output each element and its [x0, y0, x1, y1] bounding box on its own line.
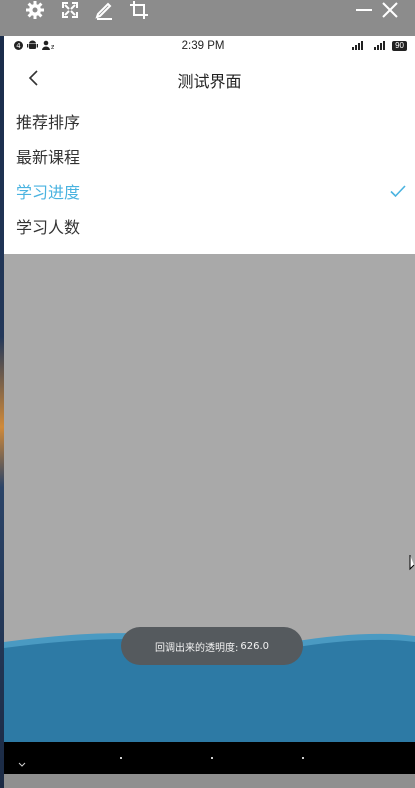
android-icon — [27, 40, 38, 53]
menu-item-progress[interactable]: 学习进度 — [4, 173, 415, 208]
clock: 2:39 PM — [181, 40, 225, 52]
expand-icon[interactable] — [58, 0, 82, 20]
svg-text:4: 4 — [16, 42, 21, 50]
top-nav-bar: 测试界面 — [4, 56, 415, 103]
svg-text:Ƶ: Ƶ — [51, 45, 54, 50]
signal-icon — [352, 40, 368, 53]
toast-message: 回调出来的透明度: 626.0 — [121, 627, 303, 665]
pen-icon[interactable] — [92, 0, 116, 20]
nav-dot[interactable] — [211, 757, 213, 759]
toast-label: 回调出来的透明度: — [154, 642, 239, 654]
menu-item-newest[interactable]: 最新课程 — [4, 138, 415, 173]
mouse-cursor-icon — [409, 554, 415, 576]
toast-value: 626.0 — [240, 640, 269, 652]
system-nav-bar — [4, 742, 415, 774]
page-title: 测试界面 — [177, 71, 242, 91]
menu-item-label: 学习人数 — [16, 217, 81, 237]
crop-icon[interactable] — [127, 0, 151, 20]
close-icon[interactable] — [378, 0, 402, 20]
gear-icon[interactable] — [23, 0, 47, 20]
menu-item-label: 最新课程 — [16, 147, 81, 167]
status-icons-right: 90 — [352, 40, 407, 53]
menu-item-label: 推荐排序 — [16, 112, 81, 132]
status-icons-left: 4 Ƶ — [14, 40, 55, 53]
bottom-strip — [4, 774, 415, 788]
sort-menu: 推荐排序 最新课程 学习进度 学习人数 — [4, 103, 415, 243]
minimize-icon[interactable] — [352, 0, 376, 20]
battery-indicator: 90 — [392, 41, 407, 51]
emulator-toolbar — [0, 0, 415, 36]
nav-dot[interactable] — [302, 757, 304, 759]
phone-screen: 4 Ƶ 2:39 PM 90 测试界面 推荐排序 最新课程 学习进度 学习人数 … — [4, 36, 415, 788]
chevron-down-icon[interactable] — [18, 753, 26, 772]
notification-icon: 4 — [14, 40, 23, 53]
user-icon: Ƶ — [42, 40, 55, 53]
menu-item-learners[interactable]: 学习人数 — [4, 208, 415, 243]
menu-item-recommended[interactable]: 推荐排序 — [4, 103, 415, 138]
check-icon — [389, 182, 407, 200]
chevron-left-icon[interactable] — [24, 68, 44, 88]
nav-dot[interactable] — [120, 757, 122, 759]
status-bar: 4 Ƶ 2:39 PM 90 — [4, 36, 415, 56]
signal-icon — [372, 40, 388, 53]
menu-item-label: 学习进度 — [16, 182, 81, 202]
